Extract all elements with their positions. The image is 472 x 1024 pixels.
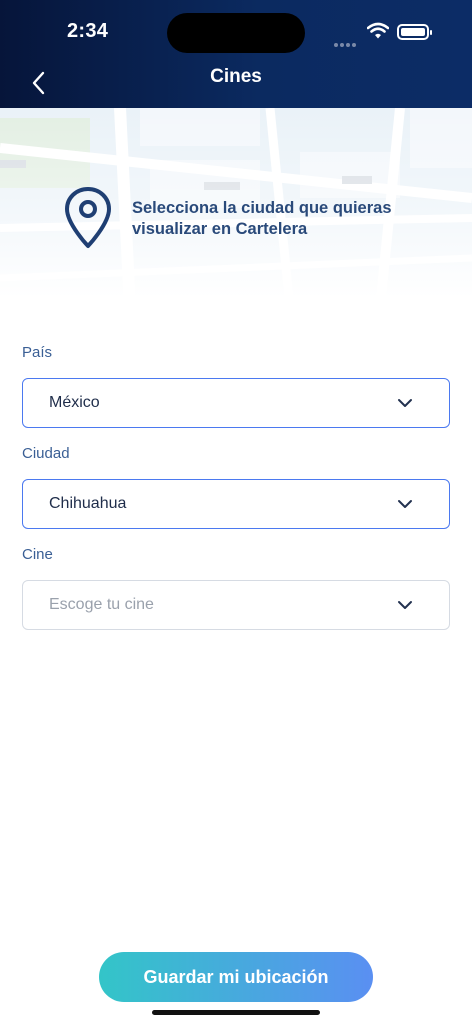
location-pin-icon [65,187,111,248]
home-indicator [152,1010,320,1015]
page-title: Cines [210,66,262,87]
country-label: País [22,344,53,361]
status-time: 2:34 [67,20,109,42]
cellular-signal-icon [334,34,358,52]
cinema-select[interactable]: Escoge tu cine [22,580,450,630]
cinema-placeholder: Escoge tu cine [49,596,154,613]
dynamic-island [167,13,305,53]
save-location-button[interactable]: Guardar mi ubicación [99,952,373,1002]
country-select[interactable]: México [22,378,450,428]
city-value: Chihuahua [49,495,127,512]
chevron-down-icon [398,601,412,609]
header-bar: 2:34 Cines [0,0,472,108]
city-label: Ciudad [22,445,70,462]
city-select[interactable]: Chihuahua [22,479,450,529]
status-icons [334,22,434,47]
battery-icon [397,24,432,40]
location-instruction: Selecciona la ciudad que quieras visuali… [132,199,392,238]
wifi-icon [367,22,389,39]
cinema-label: Cine [22,546,53,563]
chevron-down-icon [398,399,412,407]
country-value: México [49,394,100,411]
chevron-down-icon [398,500,412,508]
